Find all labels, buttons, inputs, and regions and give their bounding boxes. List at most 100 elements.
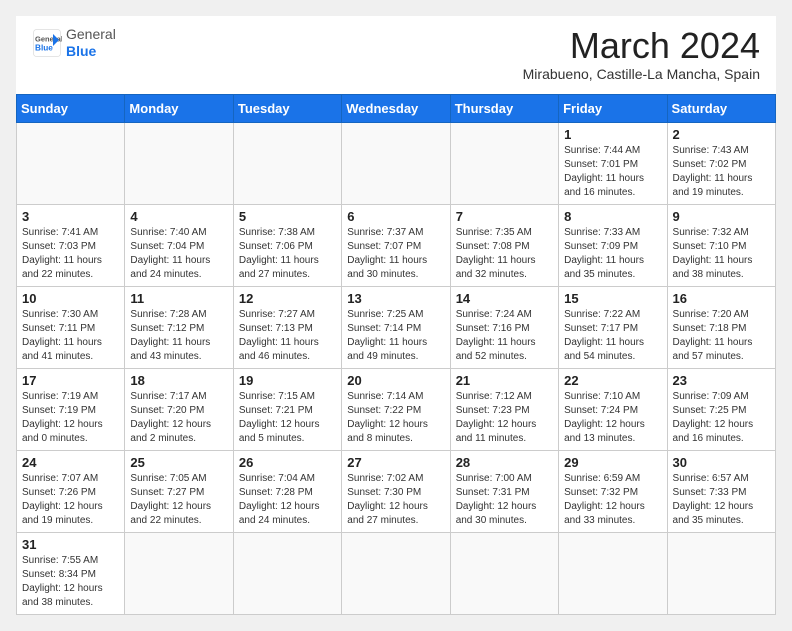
day-cell xyxy=(559,532,667,614)
calendar-table: SundayMondayTuesdayWednesdayThursdayFrid… xyxy=(16,94,776,615)
day-cell: 9 Sunrise: 7:32 AM Sunset: 7:10 PM Daylig… xyxy=(667,204,775,286)
logo-icon: General Blue xyxy=(32,28,62,58)
week-row-3: 10 Sunrise: 7:30 AM Sunset: 7:11 PM Dayli… xyxy=(17,286,776,368)
week-row-6: 31Sunrise: 7:55 AM Sunset: 8:34 PM Dayli… xyxy=(17,532,776,614)
day-cell: 17 Sunrise: 7:19 AM Sunset: 7:19 PM Dayli… xyxy=(17,368,125,450)
day-info: Sunrise: 7:43 AM Sunset: 7:02 PM Dayligh… xyxy=(673,144,770,200)
day-cell xyxy=(450,122,558,204)
day-number: 7 xyxy=(456,209,553,224)
week-row-5: 24Sunrise: 7:07 AM Sunset: 7:26 PM Dayli… xyxy=(17,450,776,532)
day-cell: 22Sunrise: 7:10 AM Sunset: 7:24 PM Dayli… xyxy=(559,368,667,450)
day-info: Sunrise: 7:30 AM Sunset: 7:11 PM Dayligh… xyxy=(22,308,119,364)
day-info: Sunrise: 7:02 AM Sunset: 7:30 PM Dayligh… xyxy=(347,472,444,528)
logo: General Blue General Blue xyxy=(32,26,116,60)
weekday-header-sunday: Sunday xyxy=(17,94,125,122)
day-info: Sunrise: 7:41 AM Sunset: 7:03 PM Dayligh… xyxy=(22,226,119,282)
day-info: Sunrise: 7:38 AM Sunset: 7:06 PM Dayligh… xyxy=(239,226,336,282)
week-row-1: 1Sunrise: 7:44 AM Sunset: 7:01 PM Daylig… xyxy=(17,122,776,204)
week-row-2: 3 Sunrise: 7:41 AM Sunset: 7:03 PM Daylig… xyxy=(17,204,776,286)
day-cell: 24Sunrise: 7:07 AM Sunset: 7:26 PM Dayli… xyxy=(17,450,125,532)
page-header: General Blue General Blue March 2024 Mir… xyxy=(16,16,776,86)
day-cell: 28 Sunrise: 7:00 AM Sunset: 7:31 PM Dayli… xyxy=(450,450,558,532)
day-info: Sunrise: 7:28 AM Sunset: 7:12 PM Dayligh… xyxy=(130,308,227,364)
day-cell: 11 Sunrise: 7:28 AM Sunset: 7:12 PM Dayli… xyxy=(125,286,233,368)
day-info: Sunrise: 7:44 AM Sunset: 7:01 PM Dayligh… xyxy=(564,144,661,200)
day-number: 25 xyxy=(130,455,227,470)
day-info: Sunrise: 7:12 AM Sunset: 7:23 PM Dayligh… xyxy=(456,390,553,446)
day-cell xyxy=(125,122,233,204)
day-info: Sunrise: 7:15 AM Sunset: 7:21 PM Dayligh… xyxy=(239,390,336,446)
day-cell: 6Sunrise: 7:37 AM Sunset: 7:07 PM Daylig… xyxy=(342,204,450,286)
day-number: 23 xyxy=(673,373,770,388)
day-info: Sunrise: 6:57 AM Sunset: 7:33 PM Dayligh… xyxy=(673,472,770,528)
day-cell: 8Sunrise: 7:33 AM Sunset: 7:09 PM Daylig… xyxy=(559,204,667,286)
day-info: Sunrise: 7:25 AM Sunset: 7:14 PM Dayligh… xyxy=(347,308,444,364)
day-info: Sunrise: 7:37 AM Sunset: 7:07 PM Dayligh… xyxy=(347,226,444,282)
day-cell: 1Sunrise: 7:44 AM Sunset: 7:01 PM Daylig… xyxy=(559,122,667,204)
weekday-header-monday: Monday xyxy=(125,94,233,122)
day-number: 15 xyxy=(564,291,661,306)
day-cell: 14Sunrise: 7:24 AM Sunset: 7:16 PM Dayli… xyxy=(450,286,558,368)
logo-blue-text: Blue xyxy=(66,43,116,60)
day-number: 21 xyxy=(456,373,553,388)
day-cell xyxy=(17,122,125,204)
day-cell: 27Sunrise: 7:02 AM Sunset: 7:30 PM Dayli… xyxy=(342,450,450,532)
day-number: 11 xyxy=(130,291,227,306)
day-cell xyxy=(125,532,233,614)
day-number: 3 xyxy=(22,209,119,224)
day-info: Sunrise: 7:04 AM Sunset: 7:28 PM Dayligh… xyxy=(239,472,336,528)
day-number: 31 xyxy=(22,537,119,552)
day-cell: 26 Sunrise: 7:04 AM Sunset: 7:28 PM Dayli… xyxy=(233,450,341,532)
day-cell: 15 Sunrise: 7:22 AM Sunset: 7:17 PM Dayli… xyxy=(559,286,667,368)
day-number: 24 xyxy=(22,455,119,470)
weekday-header-saturday: Saturday xyxy=(667,94,775,122)
weekday-header-wednesday: Wednesday xyxy=(342,94,450,122)
day-cell: 2Sunrise: 7:43 AM Sunset: 7:02 PM Daylig… xyxy=(667,122,775,204)
day-cell: 10 Sunrise: 7:30 AM Sunset: 7:11 PM Dayli… xyxy=(17,286,125,368)
day-cell xyxy=(450,532,558,614)
day-cell: 16Sunrise: 7:20 AM Sunset: 7:18 PM Dayli… xyxy=(667,286,775,368)
day-cell: 25Sunrise: 7:05 AM Sunset: 7:27 PM Dayli… xyxy=(125,450,233,532)
day-number: 5 xyxy=(239,209,336,224)
day-number: 22 xyxy=(564,373,661,388)
day-number: 19 xyxy=(239,373,336,388)
weekday-header-tuesday: Tuesday xyxy=(233,94,341,122)
month-title: March 2024 xyxy=(523,26,760,66)
day-cell: 29Sunrise: 6:59 AM Sunset: 7:32 PM Dayli… xyxy=(559,450,667,532)
day-number: 12 xyxy=(239,291,336,306)
day-info: Sunrise: 7:09 AM Sunset: 7:25 PM Dayligh… xyxy=(673,390,770,446)
day-number: 28 xyxy=(456,455,553,470)
day-cell: 4 Sunrise: 7:40 AM Sunset: 7:04 PM Daylig… xyxy=(125,204,233,286)
day-number: 4 xyxy=(130,209,227,224)
day-cell xyxy=(667,532,775,614)
day-cell: 21 Sunrise: 7:12 AM Sunset: 7:23 PM Dayli… xyxy=(450,368,558,450)
day-cell: 20Sunrise: 7:14 AM Sunset: 7:22 PM Dayli… xyxy=(342,368,450,450)
day-info: Sunrise: 7:22 AM Sunset: 7:17 PM Dayligh… xyxy=(564,308,661,364)
day-number: 10 xyxy=(22,291,119,306)
day-info: Sunrise: 7:35 AM Sunset: 7:08 PM Dayligh… xyxy=(456,226,553,282)
day-info: Sunrise: 7:27 AM Sunset: 7:13 PM Dayligh… xyxy=(239,308,336,364)
day-cell xyxy=(233,122,341,204)
day-info: Sunrise: 7:40 AM Sunset: 7:04 PM Dayligh… xyxy=(130,226,227,282)
day-cell xyxy=(342,532,450,614)
day-number: 13 xyxy=(347,291,444,306)
weekday-header-friday: Friday xyxy=(559,94,667,122)
day-number: 18 xyxy=(130,373,227,388)
weekday-header-row: SundayMondayTuesdayWednesdayThursdayFrid… xyxy=(17,94,776,122)
day-info: Sunrise: 7:14 AM Sunset: 7:22 PM Dayligh… xyxy=(347,390,444,446)
day-number: 16 xyxy=(673,291,770,306)
day-cell: 7 Sunrise: 7:35 AM Sunset: 7:08 PM Daylig… xyxy=(450,204,558,286)
day-info: Sunrise: 7:19 AM Sunset: 7:19 PM Dayligh… xyxy=(22,390,119,446)
day-info: Sunrise: 7:32 AM Sunset: 7:10 PM Dayligh… xyxy=(673,226,770,282)
day-cell: 12 Sunrise: 7:27 AM Sunset: 7:13 PM Dayli… xyxy=(233,286,341,368)
day-number: 9 xyxy=(673,209,770,224)
day-cell: 31Sunrise: 7:55 AM Sunset: 8:34 PM Dayli… xyxy=(17,532,125,614)
day-cell xyxy=(233,532,341,614)
day-info: Sunrise: 7:17 AM Sunset: 7:20 PM Dayligh… xyxy=(130,390,227,446)
day-number: 30 xyxy=(673,455,770,470)
day-number: 17 xyxy=(22,373,119,388)
day-number: 26 xyxy=(239,455,336,470)
day-info: Sunrise: 7:00 AM Sunset: 7:31 PM Dayligh… xyxy=(456,472,553,528)
day-cell xyxy=(342,122,450,204)
calendar-page: General Blue General Blue March 2024 Mir… xyxy=(16,16,776,615)
